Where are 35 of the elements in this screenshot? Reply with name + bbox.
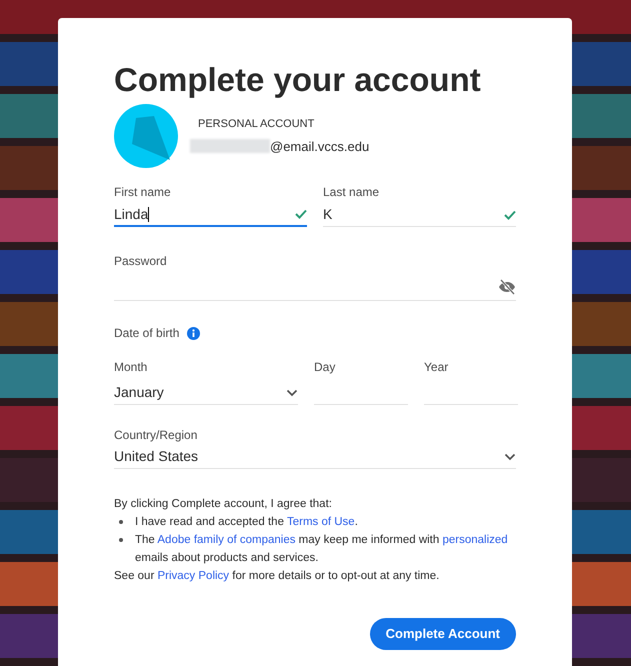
eye-slash-icon[interactable] bbox=[498, 278, 516, 294]
link[interactable]: personalized bbox=[442, 534, 508, 546]
legal-sentence: The Adobe family of companies may keep me informed with personalized emails about products and services. bbox=[135, 533, 509, 566]
field-label: Date of birth bbox=[114, 325, 180, 341]
field-label: Year bbox=[424, 359, 450, 375]
field-label: First name bbox=[114, 184, 172, 200]
dropdown[interactable]: United States bbox=[114, 445, 516, 469]
text-field[interactable]: Linda bbox=[114, 203, 307, 227]
text-field[interactable]: K bbox=[323, 203, 516, 227]
dropdown[interactable]: January bbox=[114, 381, 298, 405]
link[interactable]: Adobe family of companies bbox=[157, 534, 296, 546]
field-value: January bbox=[114, 383, 165, 402]
bullet-icon bbox=[119, 538, 123, 542]
field-value: Linda bbox=[114, 204, 150, 224]
page-title: Complete your account bbox=[114, 60, 482, 100]
chevron-down-icon bbox=[504, 452, 516, 460]
field-value: K bbox=[323, 205, 334, 224]
complete-account-button[interactable]: Complete Account bbox=[370, 618, 516, 650]
link[interactable]: Terms of Use bbox=[286, 516, 355, 528]
link[interactable]: Privacy Policy bbox=[157, 570, 230, 582]
field-label: Month bbox=[114, 359, 148, 375]
field-label: Country/Region bbox=[114, 427, 198, 443]
field-label: Day bbox=[314, 359, 336, 375]
chevron-down-icon bbox=[286, 388, 298, 396]
email-text: @email.vccs.edu bbox=[270, 138, 370, 156]
legal-intro: By clicking Complete account, I agree that: bbox=[114, 497, 333, 512]
account-type: PERSONAL ACCOUNT bbox=[197, 117, 316, 132]
field-label: Last name bbox=[323, 184, 380, 200]
legal-sentence: I have read and accepted the Terms of Use. bbox=[135, 515, 358, 530]
legal-sentence: See our Privacy Policy for more details or to opt-out at any time. bbox=[114, 569, 440, 584]
field-value: United States bbox=[114, 447, 200, 466]
avatar-icon bbox=[114, 104, 178, 168]
info-icon[interactable] bbox=[187, 326, 200, 340]
field-label: Password bbox=[114, 253, 168, 269]
bullet-icon bbox=[119, 520, 123, 524]
